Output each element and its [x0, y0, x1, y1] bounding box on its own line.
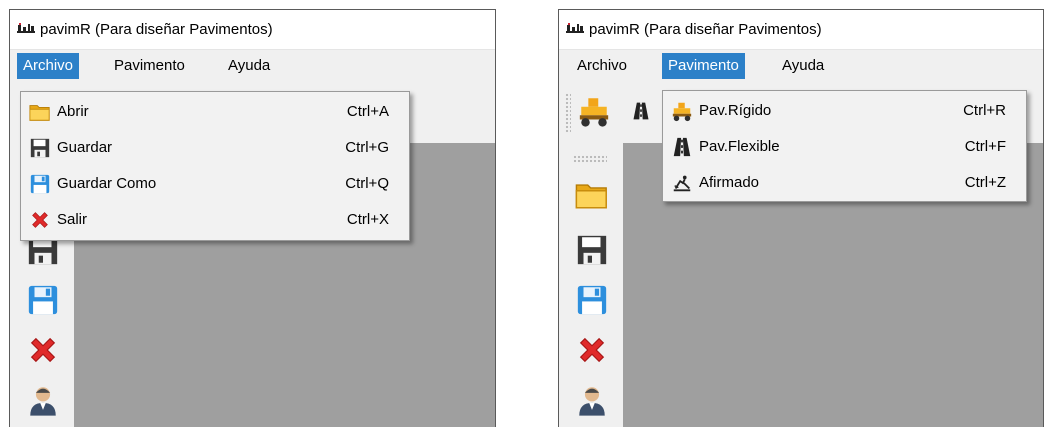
- save-as-icon: [29, 173, 51, 195]
- menu-ayuda[interactable]: Ayuda: [222, 53, 276, 79]
- exit-icon[interactable]: [26, 333, 60, 367]
- toolbar-grip-handle[interactable]: [573, 155, 607, 163]
- menu-item-shortcut: Ctrl+X: [346, 211, 389, 228]
- menu-item-label: Pav.Flexible: [699, 138, 780, 155]
- menu-item-label: Afirmado: [699, 174, 760, 191]
- menu-item-label: Guardar: [57, 139, 113, 156]
- right-app-window: pavimR (Para diseñar Pavimentos) Archivo…: [558, 9, 1044, 427]
- toolbar-grip-handle[interactable]: [565, 93, 571, 133]
- app-logo-icon: [566, 23, 584, 35]
- menu-item-shortcut: Ctrl+G: [345, 139, 389, 156]
- menu-ayuda[interactable]: Ayuda: [776, 53, 830, 79]
- menu-item-label: Guardar Como: [57, 175, 157, 192]
- folder-icon[interactable]: [575, 178, 609, 212]
- window-title: pavimR (Para diseñar Pavimentos): [589, 21, 822, 38]
- menu-bar: Archivo Pavimento Ayuda: [10, 49, 495, 82]
- menu-archivo[interactable]: Archivo: [571, 53, 633, 79]
- menu-item-guardar-como[interactable]: Guardar Como Ctrl+Q: [23, 166, 407, 202]
- save-icon[interactable]: [575, 233, 609, 267]
- menu-item-label: Abrir: [57, 103, 89, 120]
- menu-item-abrir[interactable]: Abrir Ctrl+A: [23, 94, 407, 130]
- folder-icon: [29, 101, 51, 123]
- save-icon: [29, 137, 51, 159]
- menu-item-label: Pav.Rígido: [699, 102, 772, 119]
- menu-pavimento[interactable]: Pavimento: [662, 53, 745, 79]
- menu-item-afirmado[interactable]: Afirmado Ctrl+Z: [665, 165, 1024, 201]
- menu-item-guardar[interactable]: Guardar Ctrl+G: [23, 130, 407, 166]
- menu-item-salir[interactable]: Salir Ctrl+X: [23, 202, 407, 238]
- app-logo-icon: [17, 23, 35, 35]
- menu-item-shortcut: Ctrl+R: [963, 102, 1006, 119]
- archivo-dropdown-menu: Abrir Ctrl+A Guardar Ctrl+G Guardar Como…: [20, 91, 410, 241]
- title-bar: pavimR (Para diseñar Pavimentos): [10, 10, 495, 49]
- menu-pavimento[interactable]: Pavimento: [108, 53, 191, 79]
- menu-item-shortcut: Ctrl+Z: [964, 174, 1006, 191]
- pavimento-dropdown-menu: Pav.Rígido Ctrl+R Pav.Flexible Ctrl+F Af…: [662, 90, 1027, 202]
- save-as-icon[interactable]: [575, 283, 609, 317]
- window-title: pavimR (Para diseñar Pavimentos): [40, 21, 273, 38]
- menu-archivo[interactable]: Archivo: [17, 53, 80, 79]
- menu-bar: Archivo Pavimento Ayuda: [559, 49, 1043, 82]
- save-as-icon[interactable]: [26, 283, 60, 317]
- flexible-pavement-icon: [671, 136, 693, 158]
- exit-icon[interactable]: [575, 333, 609, 367]
- menu-item-pav-flexible[interactable]: Pav.Flexible Ctrl+F: [665, 129, 1024, 165]
- user-icon[interactable]: [575, 383, 609, 417]
- left-app-window: pavimR (Para diseñar Pavimentos) Archivo…: [9, 9, 496, 427]
- menu-item-shortcut: Ctrl+Q: [345, 175, 389, 192]
- vertical-toolbar: [559, 143, 623, 427]
- rigid-pavement-icon[interactable]: [577, 94, 611, 128]
- menu-item-label: Salir: [57, 211, 88, 228]
- flexible-pavement-icon[interactable]: [631, 94, 651, 128]
- exit-icon: [29, 209, 51, 231]
- menu-item-shortcut: Ctrl+A: [346, 103, 389, 120]
- menu-item-shortcut: Ctrl+F: [964, 138, 1006, 155]
- menu-item-pav-rigido[interactable]: Pav.Rígido Ctrl+R: [665, 93, 1024, 129]
- rigid-pavement-icon: [671, 100, 693, 122]
- gravel-icon: [671, 172, 693, 194]
- user-icon[interactable]: [26, 383, 60, 417]
- title-bar: pavimR (Para diseñar Pavimentos): [559, 10, 1043, 49]
